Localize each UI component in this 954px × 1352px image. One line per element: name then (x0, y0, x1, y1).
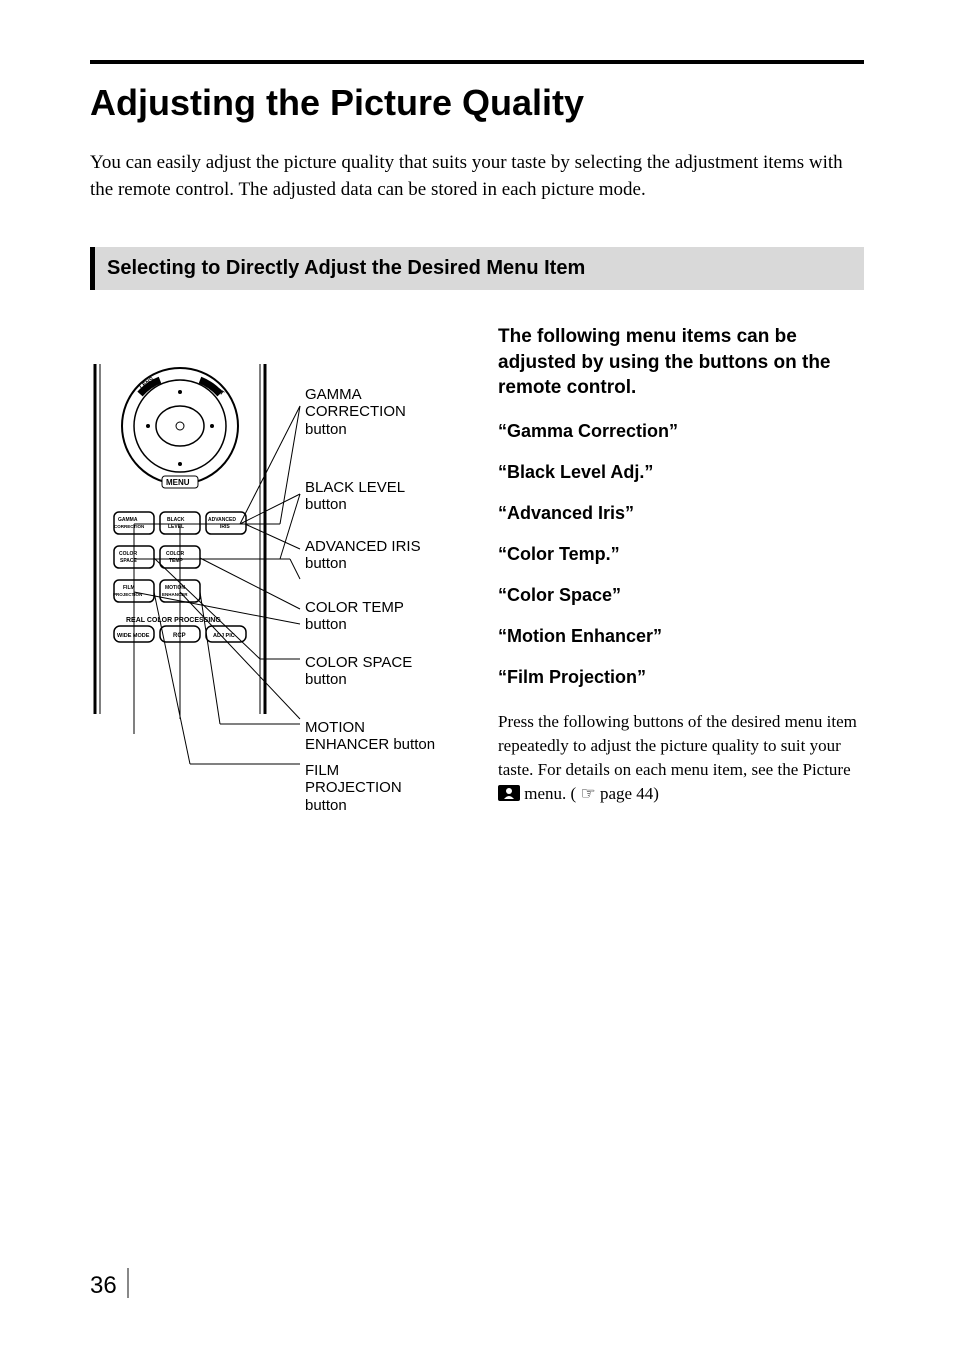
svg-text:WIDE MODE: WIDE MODE (117, 633, 150, 639)
svg-text:RCP: RCP (173, 633, 186, 639)
callout-black-level: BLACK LEVELbutton (305, 479, 405, 514)
body-ref: page 44) (600, 784, 659, 803)
page-number: 36 (90, 1268, 129, 1300)
intro-paragraph: You can easily adjust the picture qualit… (90, 150, 864, 203)
callout-advanced-iris: ADVANCED IRISbutton (305, 538, 421, 573)
remote-figure: LENS RESET MENU GAMMA CORRECTION BLACK L… (90, 324, 470, 804)
menu-item-color-space: “Color Space” (498, 585, 864, 606)
menu-item-advanced-iris: “Advanced Iris” (498, 503, 864, 524)
svg-text:TEMP: TEMP (169, 558, 184, 564)
menu-item-color-temp: “Color Temp.” (498, 544, 864, 565)
callout-motion-enhancer: MOTIONENHANCER button (305, 719, 435, 754)
svg-text:PROJECTION: PROJECTION (113, 592, 142, 597)
callout-color-temp: COLOR TEMPbutton (305, 599, 404, 634)
svg-text:ADJ PIC: ADJ PIC (213, 633, 235, 639)
menu-item-black-level: “Black Level Adj.” (498, 462, 864, 483)
callout-film-projection: FILMPROJECTIONbutton (305, 762, 402, 814)
svg-text:COLOR: COLOR (119, 551, 137, 557)
svg-text:SPACE: SPACE (120, 558, 138, 564)
svg-text:ENHANCER: ENHANCER (162, 592, 188, 597)
menu-item-gamma: “Gamma Correction” (498, 421, 864, 442)
picture-menu-icon (498, 785, 520, 801)
lead-text: The following menu items can be adjusted… (498, 324, 864, 401)
body-paragraph: Press the following buttons of the desir… (498, 710, 864, 805)
svg-text:FILM: FILM (123, 585, 135, 591)
svg-text:REAL COLOR PROCESSING: REAL COLOR PROCESSING (126, 617, 221, 624)
callout-gamma: GAMMACORRECTIONbutton (305, 386, 406, 438)
svg-text:CORRECTION: CORRECTION (114, 524, 144, 529)
section-heading: Selecting to Directly Adjust the Desired… (90, 247, 864, 290)
body-pre: Press the following buttons of the desir… (498, 712, 857, 779)
top-rule (90, 60, 864, 64)
svg-text:BLACK: BLACK (167, 517, 185, 523)
callout-color-space: COLOR SPACEbutton (305, 654, 412, 689)
svg-text:IRIS: IRIS (220, 524, 230, 530)
menu-item-film-projection: “Film Projection” (498, 667, 864, 688)
svg-text:COLOR: COLOR (166, 551, 184, 557)
page-title: Adjusting the Picture Quality (90, 82, 864, 124)
pointing-hand-icon: ☞ (580, 784, 595, 803)
svg-text:GAMMA: GAMMA (118, 517, 138, 523)
body-mid: menu. ( (524, 784, 576, 803)
menu-item-motion-enhancer: “Motion Enhancer” (498, 626, 864, 647)
svg-text:LEVEL: LEVEL (168, 524, 184, 530)
svg-text:MENU: MENU (166, 478, 190, 487)
svg-text:ADVANCED: ADVANCED (208, 517, 236, 523)
remote-illustration: LENS RESET MENU GAMMA CORRECTION BLACK L… (90, 364, 270, 714)
svg-text:MOTION: MOTION (165, 585, 185, 591)
